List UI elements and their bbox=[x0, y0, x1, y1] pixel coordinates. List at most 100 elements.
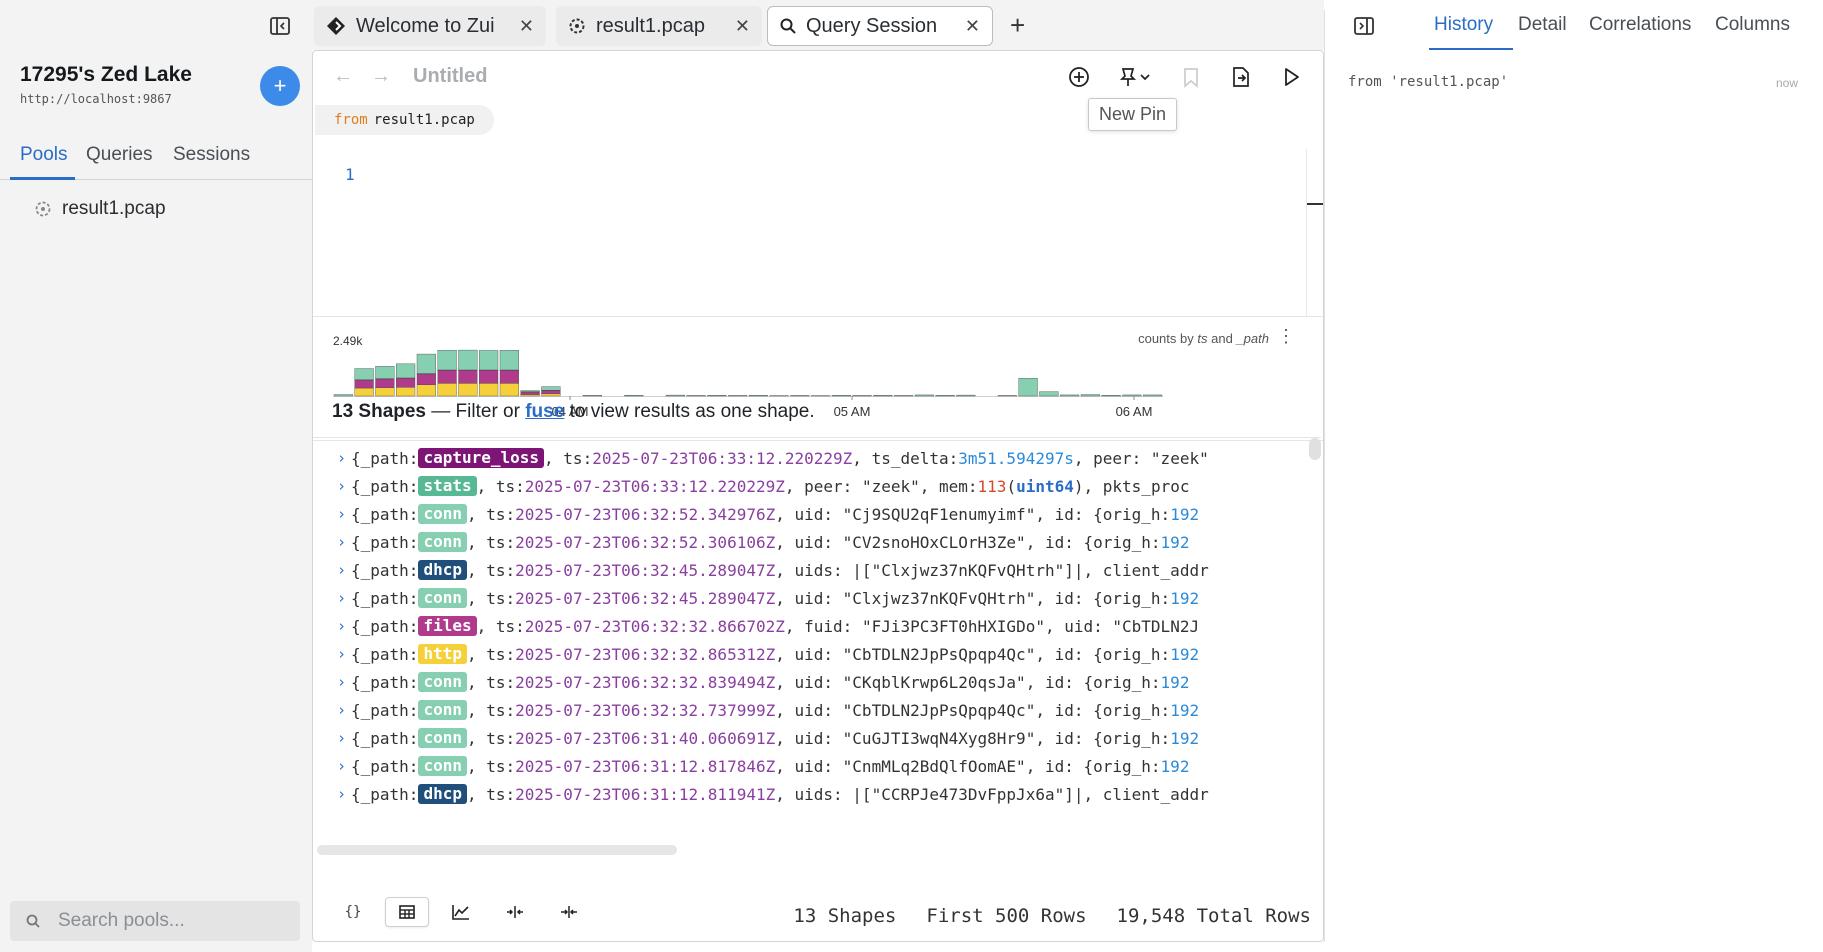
histogram-bar[interactable] bbox=[437, 370, 457, 384]
histogram-bar[interactable] bbox=[416, 353, 436, 374]
panel-divider[interactable] bbox=[1324, 10, 1325, 942]
table-row[interactable]: › {_path: dhcp, ts: 2025-07-23T06:31:12.8… bbox=[313, 778, 1313, 810]
tab-result1-pcap[interactable]: result1.pcap ✕ bbox=[556, 6, 762, 46]
histogram-bar[interactable] bbox=[1039, 391, 1059, 397]
pool-item[interactable]: result1.pcap bbox=[34, 198, 166, 220]
histogram-bar[interactable] bbox=[354, 368, 374, 380]
histogram-bar[interactable] bbox=[831, 395, 851, 397]
chevron-right-icon[interactable]: › bbox=[313, 617, 351, 635]
histogram-bar[interactable] bbox=[458, 349, 478, 371]
histogram-bar[interactable] bbox=[1080, 394, 1100, 397]
close-icon[interactable]: ✕ bbox=[519, 16, 534, 37]
histogram-bar[interactable] bbox=[541, 390, 561, 395]
more-vertical-icon[interactable]: ⋮ bbox=[1277, 327, 1295, 345]
histogram-bar[interactable] bbox=[458, 370, 478, 384]
histogram-bar[interactable] bbox=[499, 370, 519, 384]
histogram-bar[interactable] bbox=[479, 370, 499, 384]
results-horizontal-scrollbar[interactable] bbox=[317, 845, 677, 855]
histogram-bar[interactable] bbox=[1143, 394, 1163, 397]
chevron-right-icon[interactable]: › bbox=[313, 757, 351, 775]
histogram-bar[interactable] bbox=[354, 387, 374, 397]
table-view-button[interactable] bbox=[385, 897, 429, 927]
histogram-bar[interactable] bbox=[499, 350, 519, 371]
tab-welcome[interactable]: Welcome to Zui ✕ bbox=[314, 6, 546, 46]
tab-query-session[interactable]: Query Session ✕ bbox=[767, 6, 993, 46]
histogram-bar[interactable] bbox=[541, 386, 561, 391]
histogram-bar[interactable] bbox=[520, 394, 540, 397]
histogram-bar[interactable] bbox=[582, 395, 602, 397]
tab-detail[interactable]: Detail bbox=[1518, 14, 1567, 36]
pin-menu-icon[interactable] bbox=[1115, 63, 1155, 91]
search-pools-input[interactable] bbox=[58, 910, 278, 932]
histogram-bar[interactable] bbox=[375, 366, 395, 379]
from-pin[interactable]: from result1.pcap bbox=[315, 105, 494, 135]
histogram-bar[interactable] bbox=[479, 383, 499, 397]
fuse-link[interactable]: fuse bbox=[525, 401, 564, 422]
run-query-icon[interactable] bbox=[1277, 63, 1305, 91]
histogram-bar[interactable] bbox=[1101, 395, 1121, 397]
histogram-bar[interactable] bbox=[416, 373, 436, 385]
history-entry[interactable]: from 'result1.pcap' bbox=[1348, 74, 1508, 90]
tab-pools[interactable]: Pools bbox=[20, 144, 68, 166]
chevron-right-icon[interactable]: › bbox=[313, 533, 351, 551]
histogram-bar[interactable] bbox=[520, 390, 540, 392]
chevron-right-icon[interactable]: › bbox=[313, 561, 351, 579]
tab-queries[interactable]: Queries bbox=[86, 144, 153, 166]
histogram-bar[interactable] bbox=[416, 384, 436, 397]
chevron-right-icon[interactable]: › bbox=[313, 673, 351, 691]
chevron-right-icon[interactable]: › bbox=[313, 589, 351, 607]
json-view-button[interactable]: {} bbox=[331, 897, 375, 927]
chevron-right-icon[interactable]: › bbox=[313, 701, 351, 719]
close-icon[interactable]: ✕ bbox=[965, 16, 980, 37]
histogram-bar[interactable] bbox=[852, 395, 872, 397]
chevron-right-icon[interactable]: › bbox=[313, 729, 351, 747]
histogram-bar[interactable] bbox=[665, 394, 685, 397]
histogram-bar[interactable] bbox=[354, 379, 374, 389]
histogram-bar[interactable] bbox=[1018, 378, 1038, 397]
chevron-right-icon[interactable]: › bbox=[313, 449, 351, 467]
chevron-right-icon[interactable]: › bbox=[313, 785, 351, 803]
tab-sessions[interactable]: Sessions bbox=[173, 144, 250, 166]
histogram-bar[interactable] bbox=[997, 395, 1017, 397]
histogram-bar[interactable] bbox=[894, 395, 914, 397]
add-pool-button[interactable]: + bbox=[260, 66, 300, 106]
histogram-bar[interactable] bbox=[1122, 394, 1142, 397]
histogram-bar[interactable] bbox=[458, 383, 478, 397]
histogram-bar[interactable] bbox=[499, 383, 519, 397]
histogram-bar[interactable] bbox=[935, 395, 955, 397]
add-pin-icon[interactable] bbox=[1065, 63, 1093, 91]
chevron-right-icon[interactable]: › bbox=[313, 477, 351, 495]
forward-arrow-icon[interactable]: → bbox=[371, 65, 391, 88]
histogram-bar[interactable] bbox=[437, 350, 457, 371]
new-tab-button[interactable]: + bbox=[1010, 12, 1025, 38]
histogram-bar[interactable] bbox=[707, 395, 727, 397]
bookmark-icon[interactable] bbox=[1177, 63, 1205, 91]
export-icon[interactable] bbox=[1227, 63, 1255, 91]
histogram-bar[interactable] bbox=[396, 387, 416, 397]
histogram-bar[interactable] bbox=[956, 394, 976, 397]
histogram-bar[interactable] bbox=[686, 395, 706, 397]
tab-correlations[interactable]: Correlations bbox=[1589, 14, 1691, 36]
histogram-bar[interactable] bbox=[541, 393, 561, 397]
histogram-bar[interactable] bbox=[375, 378, 395, 388]
histogram-bar[interactable] bbox=[520, 391, 540, 395]
expand-icon[interactable] bbox=[493, 897, 537, 927]
histogram-bar[interactable] bbox=[479, 350, 499, 371]
chevron-right-icon[interactable]: › bbox=[313, 505, 351, 523]
sidebar-collapse-icon[interactable] bbox=[268, 14, 292, 38]
back-arrow-icon[interactable]: ← bbox=[333, 65, 353, 88]
query-title[interactable]: Untitled bbox=[413, 65, 487, 88]
tab-columns[interactable]: Columns bbox=[1715, 14, 1790, 36]
histogram-bar[interactable] bbox=[396, 378, 416, 388]
histogram-bar[interactable] bbox=[1060, 394, 1080, 397]
query-editor[interactable]: 1 bbox=[313, 149, 1323, 317]
histogram-bar[interactable] bbox=[624, 395, 644, 397]
right-panel-toggle-icon[interactable] bbox=[1352, 14, 1376, 38]
histogram-bar[interactable] bbox=[375, 387, 395, 397]
collapse-icon[interactable] bbox=[547, 897, 591, 927]
chevron-right-icon[interactable]: › bbox=[313, 645, 351, 663]
histogram-bar[interactable] bbox=[748, 395, 768, 397]
chart-view-button[interactable] bbox=[439, 897, 483, 927]
histogram-bar[interactable] bbox=[728, 395, 748, 397]
histogram-bar[interactable] bbox=[437, 383, 457, 397]
